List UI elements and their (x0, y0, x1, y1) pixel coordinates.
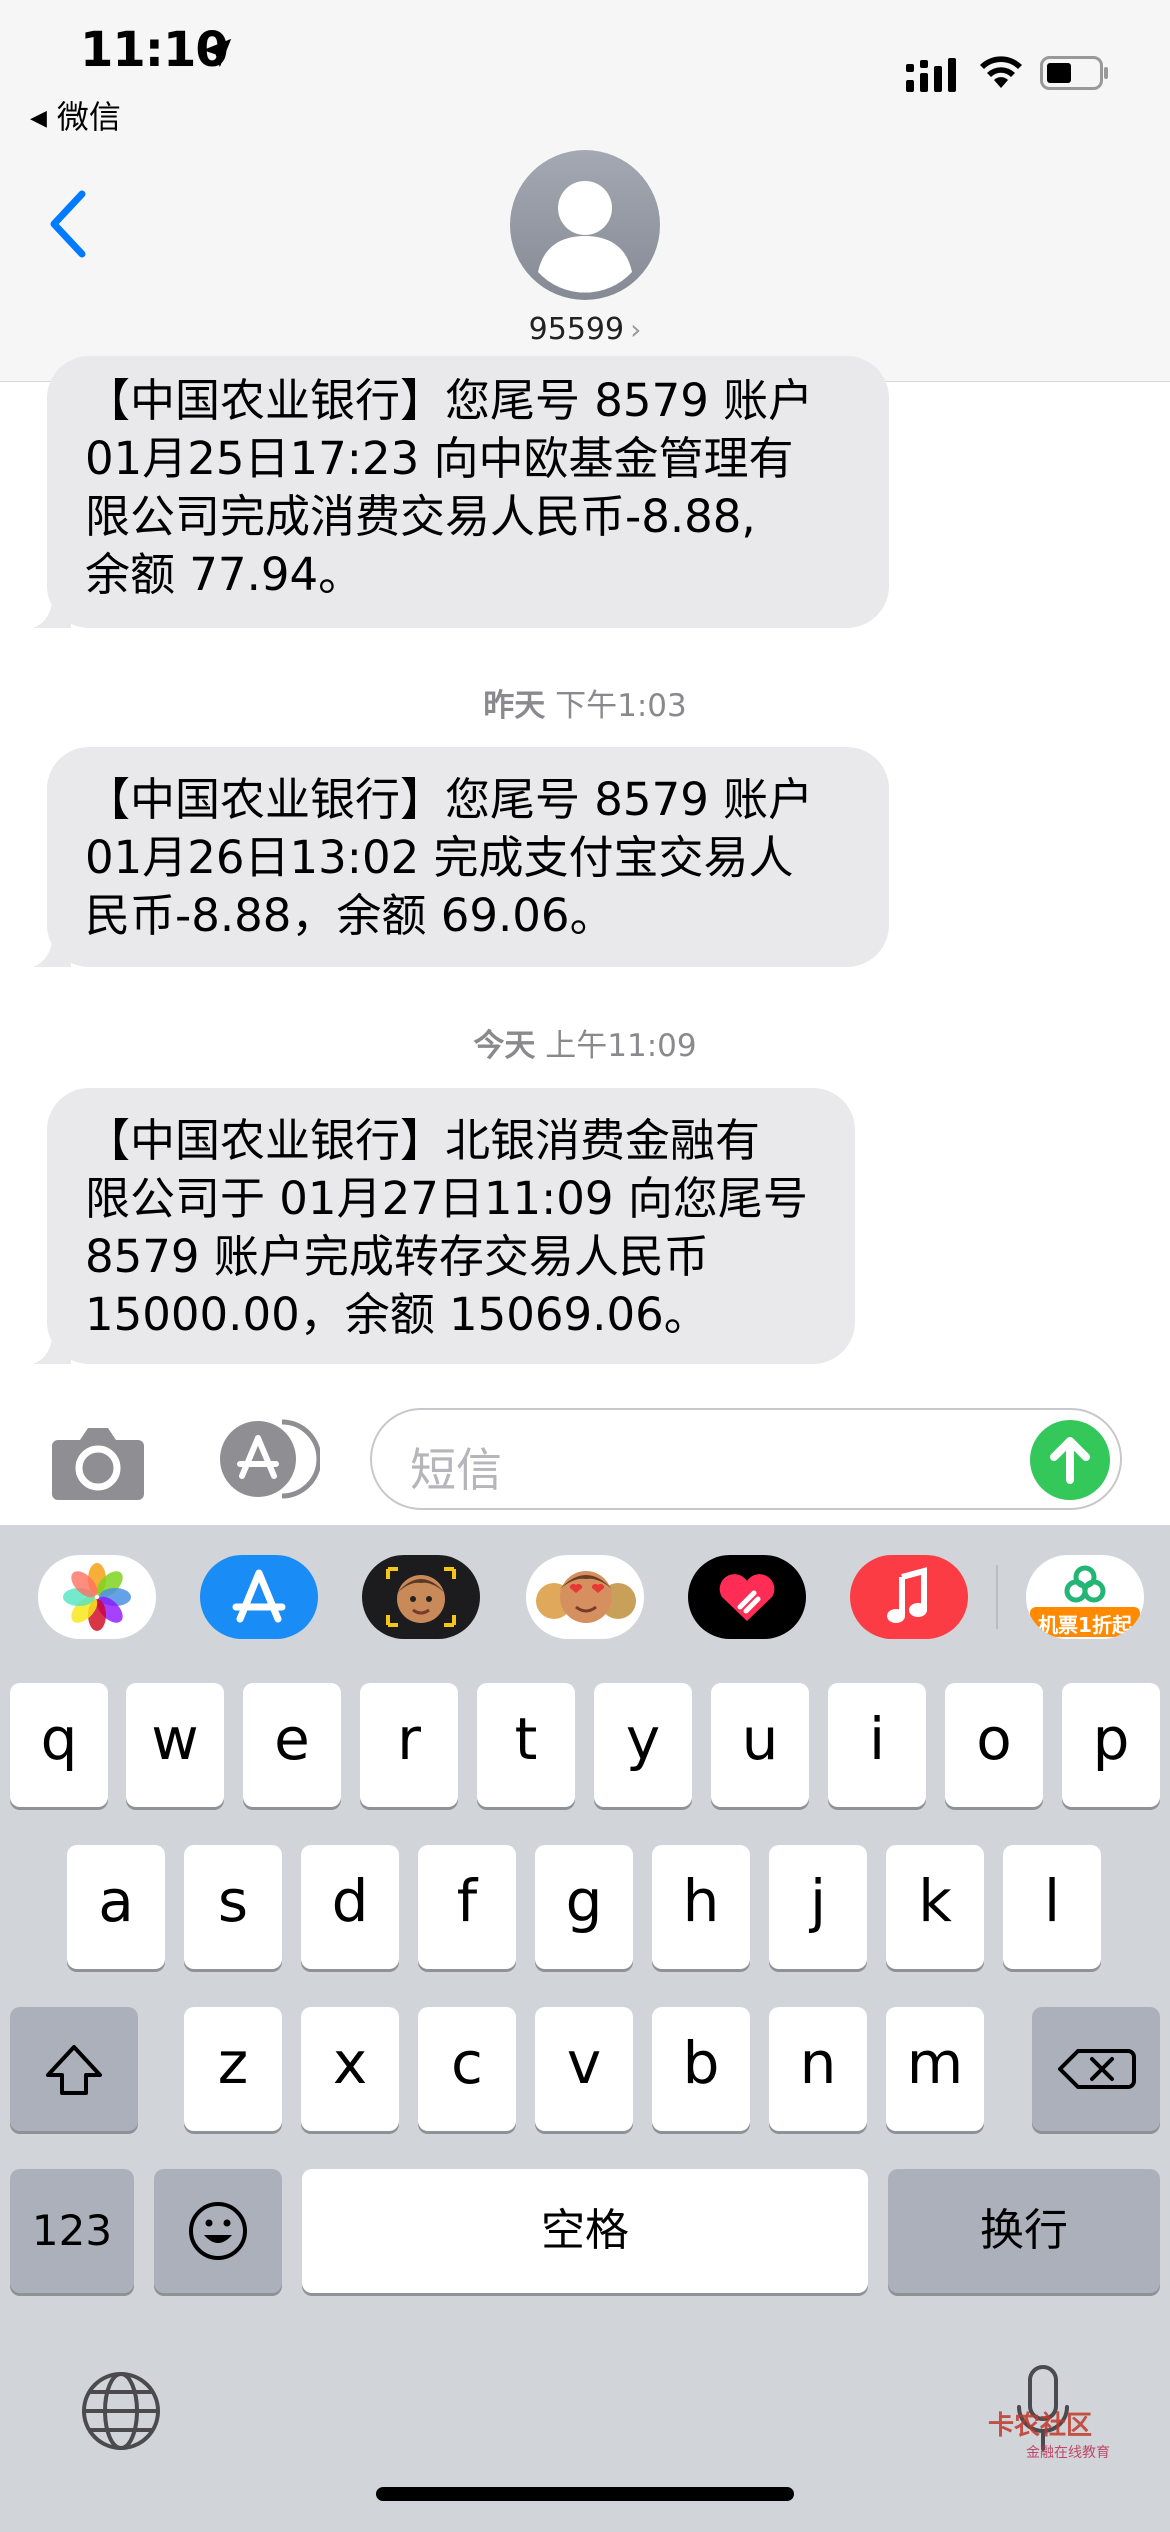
back-to-app-link[interactable]: ◀ 微信 (30, 92, 121, 138)
shift-arrow-icon (46, 2045, 102, 2095)
key-e[interactable]: e (243, 1683, 341, 1807)
key-z[interactable]: z (184, 2007, 282, 2131)
camera-icon[interactable] (50, 1420, 146, 1502)
animoji-icon[interactable] (526, 1555, 644, 1639)
app-strip-divider (996, 1565, 998, 1629)
key-r[interactable]: r (360, 1683, 458, 1807)
ticket-app-label: 机票1折起 (1038, 1613, 1132, 1637)
key-x[interactable]: x (301, 2007, 399, 2131)
message-input[interactable]: 短信 (370, 1408, 1122, 1510)
timestamp-time: 下午1:03 (555, 688, 687, 724)
message-bubble[interactable]: 【中国农业银行】北银消费金融有 限公司于 01月27日11:09 向您尾号 85… (33, 1088, 855, 1364)
message-bubble[interactable]: 【中国农业银行】您尾号 8579 账户 01月25日17:23 向中欧基金管理有… (33, 356, 889, 628)
key-d[interactable]: d (301, 1845, 399, 1969)
ticket-app-icon[interactable]: 机票1折起 (1026, 1555, 1144, 1639)
photos-flower-icon (63, 1563, 131, 1631)
message-bubble[interactable]: 【中国农业银行】您尾号 8579 账户 01月26日13:02 完成支付宝交易人… (33, 747, 889, 967)
message-text: 【中国农业银行】您尾号 8579 账户 01月25日17:23 向中欧基金管理有… (85, 374, 814, 601)
key-j[interactable]: j (769, 1845, 867, 1969)
timestamp-time: 上午11:09 (545, 1028, 697, 1064)
timestamp-day: 今天 (473, 1028, 536, 1064)
key-b[interactable]: b (652, 2007, 750, 2131)
back-triangle-icon: ◀ (30, 106, 47, 131)
key-a[interactable]: a (67, 1845, 165, 1969)
back-chevron-icon[interactable] (46, 188, 90, 260)
space-key[interactable]: 空格 (302, 2169, 868, 2293)
key-i[interactable]: i (828, 1683, 926, 1807)
emoji-key[interactable] (154, 2169, 282, 2293)
timestamp-day: 昨天 (483, 688, 546, 724)
timestamp: 今天 上午11:09 (0, 1020, 1170, 1065)
digital-touch-icon[interactable] (688, 1555, 806, 1639)
heart-eyes-memoji-icon (536, 1571, 636, 1623)
globe-icon[interactable] (80, 2370, 162, 2452)
message-input-placeholder: 短信 (410, 1443, 502, 1497)
return-key[interactable]: 换行 (888, 2169, 1160, 2293)
key-w[interactable]: w (126, 1683, 224, 1807)
photos-icon[interactable] (38, 1555, 156, 1639)
shift-key[interactable] (10, 2007, 138, 2131)
numbers-key[interactable]: 123 (10, 2169, 134, 2293)
watermark-title: 卡农社区 (988, 2411, 1093, 2441)
person-silhouette-icon (538, 181, 632, 293)
music-note-icon (887, 1567, 927, 1623)
chevron-right-icon: › (630, 313, 642, 346)
key-f[interactable]: f (418, 1845, 516, 1969)
key-k[interactable]: k (886, 1845, 984, 1969)
key-m[interactable]: m (886, 2007, 984, 2131)
memoji-face-icon (386, 1567, 456, 1627)
app-store-glyph-icon (232, 1569, 286, 1623)
watermark-subtitle: 金融在线教育 (1026, 2445, 1110, 2461)
message-text: 【中国农业银行】您尾号 8579 账户 01月26日13:02 完成支付宝交易人… (85, 773, 814, 942)
key-n[interactable]: n (769, 2007, 867, 2131)
message-text: 【中国农业银行】北银消费金融有 限公司于 01月27日11:09 向您尾号 85… (85, 1114, 808, 1341)
app-store-icon[interactable] (200, 1555, 318, 1639)
key-p[interactable]: p (1062, 1683, 1160, 1807)
key-v[interactable]: v (535, 2007, 633, 2131)
heart-touch-icon (719, 1574, 775, 1621)
watermark: 卡农社区 金融在线教育 (988, 2405, 1110, 2462)
key-l[interactable]: l (1003, 1845, 1101, 1969)
conversation-header: 11:10 ◀ 微信 95599 › (0, 0, 1170, 382)
key-s[interactable]: s (184, 1845, 282, 1969)
imessage-app-strip: 机票1折起 (0, 1525, 1170, 1653)
cellular-signal-icon (906, 58, 956, 92)
key-h[interactable]: h (652, 1845, 750, 1969)
key-y[interactable]: y (594, 1683, 692, 1807)
key-g[interactable]: g (535, 1845, 633, 1969)
arrow-up-icon (1050, 1437, 1090, 1484)
backspace-icon (1058, 2049, 1136, 2089)
contact-number: 95599 (528, 312, 625, 347)
back-app-label: 微信 (56, 98, 121, 136)
emoji-smiley-icon (189, 2202, 247, 2260)
key-c[interactable]: c (418, 2007, 516, 2131)
key-q[interactable]: q (10, 1683, 108, 1807)
contact-avatar[interactable] (510, 150, 660, 300)
timestamp: 昨天 下午1:03 (0, 680, 1170, 725)
contact-name[interactable]: 95599 › (0, 312, 1170, 347)
music-icon[interactable] (850, 1555, 968, 1639)
location-arrow-icon (202, 38, 232, 68)
home-indicator[interactable] (376, 2487, 794, 2501)
delete-key[interactable] (1032, 2007, 1160, 2131)
memoji-icon[interactable] (362, 1555, 480, 1639)
key-o[interactable]: o (945, 1683, 1043, 1807)
app-store-drawer-icon[interactable] (210, 1418, 320, 1500)
battery-icon (1040, 56, 1108, 90)
wifi-icon (980, 56, 1022, 88)
bubble-tail (33, 931, 71, 967)
key-t[interactable]: t (477, 1683, 575, 1807)
bubble-tail (33, 1328, 71, 1364)
bubble-tail (33, 592, 71, 628)
send-button[interactable] (1030, 1420, 1110, 1500)
keyboard: 机票1折起 q w e r t y u i o p a s d f g h j … (0, 1525, 1170, 2532)
key-u[interactable]: u (711, 1683, 809, 1807)
